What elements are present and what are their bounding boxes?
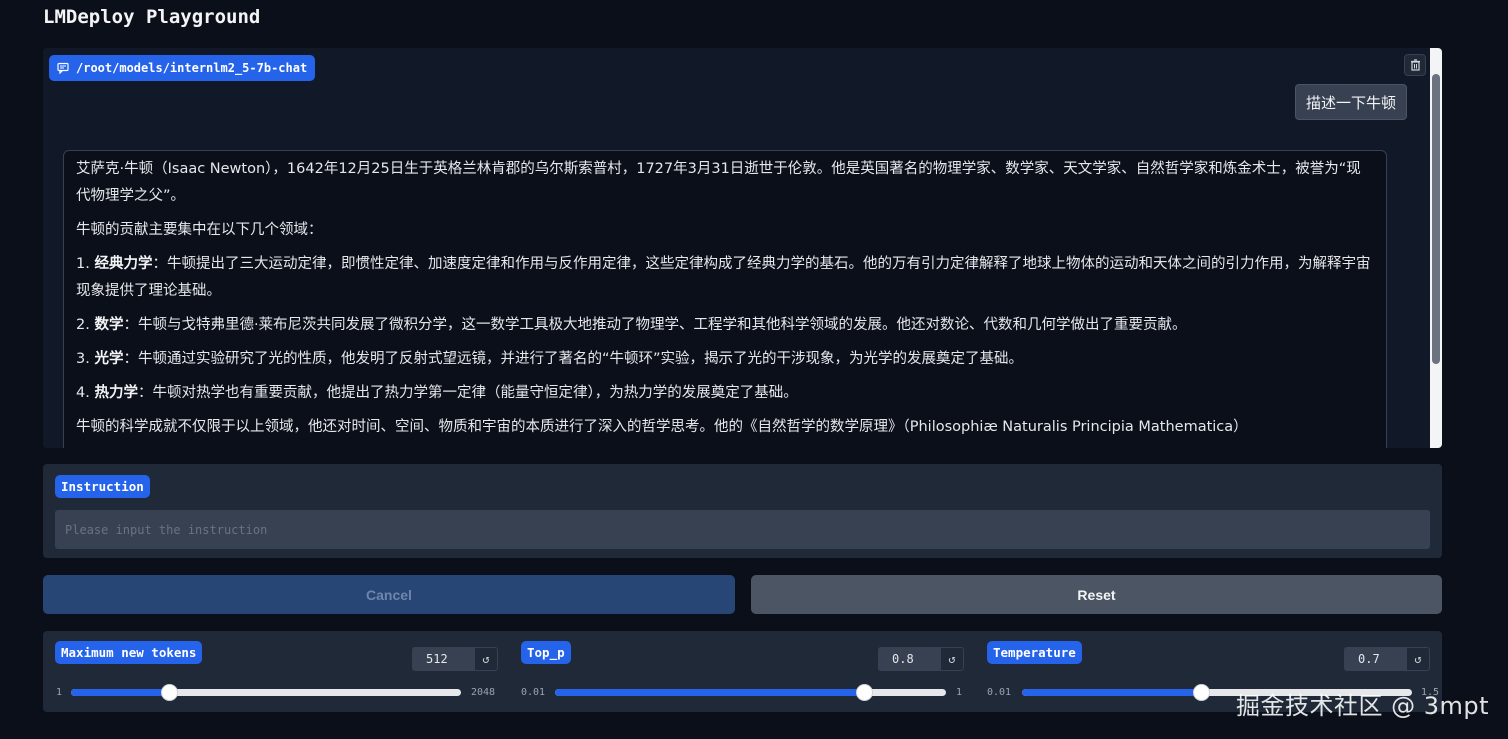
- chat-bubble-icon: [57, 62, 69, 74]
- range-min: 1: [56, 687, 63, 698]
- chatbot-panel: /root/models/internlm2_5-7b-chat 描述一下牛顿 …: [43, 48, 1442, 448]
- user-message: 描述一下牛顿: [1294, 84, 1407, 120]
- clear-chat-button[interactable]: [1404, 54, 1426, 76]
- instruction-input[interactable]: [55, 510, 1430, 549]
- list-item: 4. 热力学：牛顿对热学也有重要贡献，他提出了热力学第一定律（能量守恒定律），为…: [76, 385, 798, 401]
- reset-icon[interactable]: ↺: [474, 647, 498, 671]
- model-label: /root/models/internlm2_5-7b-chat: [76, 61, 308, 75]
- chat-scrollbar-thumb[interactable]: [1432, 74, 1440, 364]
- number-input[interactable]: 512: [412, 647, 474, 671]
- slider-thumb[interactable]: [1193, 684, 1211, 701]
- number-input[interactable]: 0.8: [878, 647, 940, 671]
- list-item: 3. 光学：牛顿通过实验研究了光的性质，他发明了反射式望远镜，并进行了著名的“牛…: [76, 351, 1023, 367]
- slider-label: Temperature: [987, 641, 1082, 664]
- chat-scrollbar[interactable]: [1430, 48, 1442, 448]
- slider-max-new-tokens: Maximum new tokens 512 ↺ 1 2048: [43, 631, 509, 712]
- slider-fill: [555, 689, 864, 696]
- slider-track[interactable]: [555, 684, 946, 701]
- model-badge: /root/models/internlm2_5-7b-chat: [49, 55, 316, 81]
- bot-outro: 牛顿的科学成就不仅限于以上领域，他还对时间、空间、物质和宇宙的本质进行了深入的哲…: [76, 419, 1248, 435]
- watermark: 掘金技术社区 @ 3mpt: [1236, 692, 1490, 720]
- slider-fill: [1022, 689, 1202, 696]
- range-min: 0.01: [521, 687, 546, 698]
- list-item: 1. 经典力学：牛顿提出了三大运动定律，即惯性定律、加速度定律和作用与反作用定律…: [76, 256, 1371, 299]
- slider-track[interactable]: [71, 684, 461, 701]
- slider-label: Maximum new tokens: [55, 641, 203, 664]
- bot-intro: 艾萨克·牛顿（Isaac Newton），1642年12月25日生于英格兰林肯郡…: [76, 161, 1361, 204]
- reset-button[interactable]: Reset: [751, 575, 1442, 614]
- slider-fill: [71, 689, 169, 696]
- number-box: 0.7 ↺: [1344, 647, 1430, 671]
- reset-icon[interactable]: ↺: [940, 647, 964, 671]
- reset-icon[interactable]: ↺: [1406, 647, 1430, 671]
- range-min: 0.01: [987, 687, 1012, 698]
- number-box: 0.8 ↺: [878, 647, 964, 671]
- bot-message: 艾萨克·牛顿（Isaac Newton），1642年12月25日生于英格兰林肯郡…: [63, 150, 1387, 448]
- slider-label: Top_p: [521, 641, 571, 664]
- list-item: 2. 数学：牛顿与戈特弗里德·莱布尼茨共同发展了微积分学，这一数学工具极大地推动…: [76, 317, 1187, 333]
- slider-top-p: Top_p 0.8 ↺ 0.01 1: [509, 631, 975, 712]
- number-box: 512 ↺: [412, 647, 498, 671]
- slider-thumb[interactable]: [160, 684, 178, 701]
- bot-lead: 牛顿的贡献主要集中在以下几个领域：: [76, 222, 323, 238]
- range-max: 2048: [471, 687, 496, 698]
- sliders-panel: Maximum new tokens 512 ↺ 1 2048 Top_p 0.…: [43, 631, 1442, 712]
- range-max: 1: [956, 687, 963, 698]
- instruction-label: Instruction: [55, 475, 150, 498]
- app-title: LMDeploy Playground: [43, 6, 261, 28]
- number-input[interactable]: 0.7: [1344, 647, 1406, 671]
- trash-icon: [1410, 59, 1420, 71]
- slider-thumb[interactable]: [855, 684, 873, 701]
- instruction-panel: Instruction: [43, 464, 1442, 558]
- cancel-button[interactable]: Cancel: [43, 575, 735, 614]
